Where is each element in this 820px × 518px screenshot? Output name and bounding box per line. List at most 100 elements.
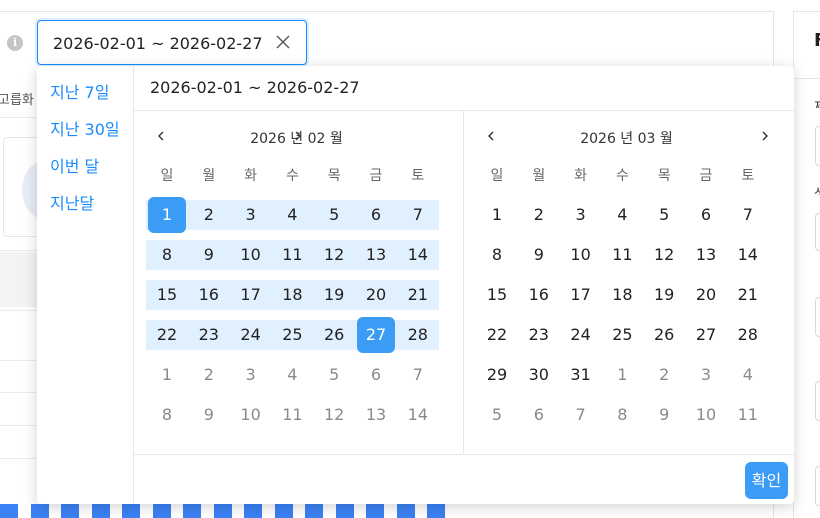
chevron-right-icon[interactable] [757, 127, 773, 145]
calendar-day[interactable]: 14 [399, 397, 437, 433]
calendar-day[interactable]: 2 [190, 197, 228, 233]
calendar-day[interactable]: 10 [562, 237, 600, 273]
calendar-day[interactable]: 27 [357, 317, 395, 353]
calendar-day[interactable]: 7 [399, 197, 437, 233]
calendar-day[interactable]: 8 [148, 397, 186, 433]
calendar-day[interactable]: 9 [190, 397, 228, 433]
calendar-day[interactable]: 26 [315, 317, 353, 353]
calendar-day[interactable]: 16 [190, 277, 228, 313]
calendar-day[interactable]: 27 [687, 317, 725, 353]
calendar-day[interactable]: 19 [315, 277, 353, 313]
calendar-day[interactable]: 23 [520, 317, 558, 353]
calendar-day[interactable]: 4 [603, 197, 641, 233]
calendar-day[interactable]: 1 [478, 197, 516, 233]
calendar-day[interactable]: 1 [603, 357, 641, 393]
calendar-day[interactable]: 3 [232, 357, 270, 393]
calendar-day[interactable]: 24 [562, 317, 600, 353]
calendar-day[interactable]: 31 [562, 357, 600, 393]
calendar-day[interactable]: 6 [520, 397, 558, 433]
calendar-day[interactable]: 26 [645, 317, 683, 353]
calendar-day[interactable]: 5 [315, 197, 353, 233]
calendar-day[interactable]: 13 [687, 237, 725, 273]
calendar-day[interactable]: 3 [687, 357, 725, 393]
calendar-day[interactable]: 8 [148, 237, 186, 273]
calendar-day[interactable]: 2 [190, 357, 228, 393]
calendar-day[interactable]: 29 [478, 357, 516, 393]
calendar-day[interactable]: 24 [232, 317, 270, 353]
calendar-day[interactable]: 10 [232, 237, 270, 273]
calendar-day[interactable]: 14 [729, 237, 767, 273]
calendar-day[interactable]: 13 [357, 397, 395, 433]
calendar-day[interactable]: 12 [645, 237, 683, 273]
shortcut-last-month[interactable]: 지난달 [50, 190, 94, 214]
shortcut-last-7-days[interactable]: 지난 7일 [50, 79, 109, 103]
calendar-day[interactable]: 21 [729, 277, 767, 313]
calendar-day[interactable]: 4 [273, 357, 311, 393]
calendar-day[interactable]: 10 [687, 397, 725, 433]
calendar-day[interactable]: 9 [520, 237, 558, 273]
calendar-day[interactable]: 6 [687, 197, 725, 233]
calendar-day[interactable]: 7 [399, 357, 437, 393]
calendar-day[interactable]: 4 [729, 357, 767, 393]
calendar-day[interactable]: 22 [478, 317, 516, 353]
calendar-day[interactable]: 12 [315, 237, 353, 273]
calendar-day[interactable]: 20 [357, 277, 395, 313]
calendar-day[interactable]: 9 [190, 237, 228, 273]
calendar-day[interactable]: 16 [520, 277, 558, 313]
calendar-day[interactable]: 7 [729, 197, 767, 233]
chevron-left-icon[interactable] [483, 127, 499, 145]
calendar-day[interactable]: 30 [520, 357, 558, 393]
calendar-day[interactable]: 5 [478, 397, 516, 433]
calendar-day[interactable]: 7 [562, 397, 600, 433]
calendar-day[interactable]: 2 [645, 357, 683, 393]
info-icon[interactable]: i [7, 35, 23, 51]
calendar-day[interactable]: 15 [148, 277, 186, 313]
calendar-day[interactable]: 8 [603, 397, 641, 433]
calendar-day[interactable]: 28 [399, 317, 437, 353]
calendar-day[interactable]: 12 [315, 397, 353, 433]
calendar-day[interactable]: 11 [273, 397, 311, 433]
close-icon[interactable] [274, 33, 292, 51]
calendar-day[interactable]: 17 [562, 277, 600, 313]
right-panel-field[interactable] [815, 381, 820, 421]
calendar-day[interactable]: 23 [190, 317, 228, 353]
calendar-day[interactable]: 4 [273, 197, 311, 233]
calendar-day[interactable]: 14 [399, 237, 437, 273]
calendar-day[interactable]: 8 [478, 237, 516, 273]
calendar-day[interactable]: 1 [148, 357, 186, 393]
calendar-day[interactable]: 15 [478, 277, 516, 313]
calendar-day[interactable]: 1 [148, 197, 186, 233]
calendar-day[interactable]: 28 [729, 317, 767, 353]
calendar-day[interactable]: 5 [315, 357, 353, 393]
calendar-day[interactable]: 6 [357, 197, 395, 233]
calendar-day[interactable]: 22 [148, 317, 186, 353]
shortcut-this-month[interactable]: 이번 달 [50, 153, 99, 177]
calendar-day[interactable]: 3 [232, 197, 270, 233]
date-range-input[interactable]: 2026-02-01 ~ 2026-02-27 [37, 20, 307, 65]
right-panel-field[interactable] [815, 466, 820, 506]
calendar-day[interactable]: 25 [273, 317, 311, 353]
calendar-day[interactable]: 18 [603, 277, 641, 313]
calendar-day[interactable]: 2 [520, 197, 558, 233]
confirm-button[interactable]: 확인 [745, 462, 788, 499]
calendar-day[interactable]: 25 [603, 317, 641, 353]
calendar-day[interactable]: 18 [273, 277, 311, 313]
calendar-day[interactable]: 9 [645, 397, 683, 433]
calendar-day[interactable]: 11 [729, 397, 767, 433]
right-panel-field[interactable] [815, 126, 820, 166]
right-panel-field[interactable] [815, 297, 820, 337]
calendar-day[interactable]: 17 [232, 277, 270, 313]
calendar-day[interactable]: 3 [562, 197, 600, 233]
calendar-day[interactable]: 20 [687, 277, 725, 313]
right-panel-field[interactable] [815, 213, 820, 251]
calendar-day[interactable]: 5 [645, 197, 683, 233]
calendar-day[interactable]: 13 [357, 237, 395, 273]
calendar-day[interactable]: 6 [357, 357, 395, 393]
calendar-day[interactable]: 19 [645, 277, 683, 313]
shortcut-last-30-days[interactable]: 지난 30일 [50, 116, 120, 140]
calendar-day[interactable]: 10 [232, 397, 270, 433]
chevron-left-icon[interactable] [153, 127, 169, 145]
calendar-day[interactable]: 11 [603, 237, 641, 273]
calendar-day[interactable]: 21 [399, 277, 437, 313]
chevron-right-icon[interactable] [290, 127, 306, 145]
